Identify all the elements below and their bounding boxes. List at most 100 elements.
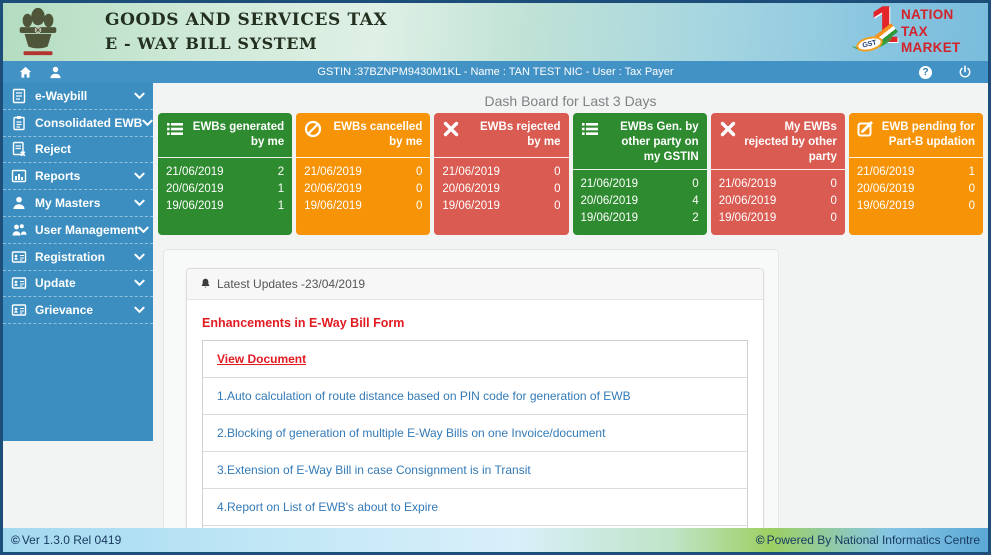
card-header: EWB pending for Part-B updation [848, 113, 984, 158]
chevron-down-icon [134, 253, 145, 261]
user-management-icon [11, 222, 27, 238]
card-row-date: 20/06/2019 [856, 183, 915, 195]
reports-icon [11, 168, 27, 184]
card-row: 21/06/2019 0 [304, 164, 422, 181]
updates-section-heading: Enhancements in E-Way Bill Form [202, 315, 405, 330]
card-row-value: 0 [830, 211, 837, 224]
navbar-actions: ? [919, 65, 972, 79]
my-masters-icon [11, 195, 27, 211]
card-row: 19/06/2019 0 [304, 198, 422, 215]
updates-table: View Document 1.Auto calculation of route… [202, 339, 748, 538]
copyright-icon: © [755, 533, 765, 547]
card-row-date: 20/06/2019 [580, 194, 639, 207]
card-row-value: 1 [277, 200, 285, 212]
help-icon[interactable]: ? [919, 65, 932, 79]
card-row: 21/06/2019 1 [857, 164, 975, 181]
national-emblem-logo [13, 6, 63, 58]
sidebar: e-Waybill Consolidated EWB Reject Reports My… [3, 83, 153, 528]
card-row-date: 19/06/2019 [304, 200, 362, 212]
chevron-down-icon [142, 119, 153, 127]
chevron-down-icon [134, 172, 145, 180]
app-header: GOODS AND SERVICES TAX E - WAY BILL SYST… [3, 3, 988, 61]
card-row-value: 0 [692, 177, 699, 190]
update-icon [11, 275, 27, 291]
card-row-date: 21/06/2019 [304, 166, 362, 178]
update-item-3[interactable]: 3.Extension of E-Way Bill in case Consig… [203, 452, 747, 489]
card-row-date: 21/06/2019 [856, 166, 915, 178]
card-row-value: 0 [554, 200, 561, 212]
card-row: 20/06/2019 4 [581, 193, 699, 210]
card-header: My EWBs rejected by other party [710, 113, 845, 170]
card-row-date: 21/06/2019 [442, 166, 500, 178]
update-item-2[interactable]: 2.Blocking of generation of multiple E-W… [203, 415, 747, 452]
card-ewbs-generated-by-me[interactable]: EWBs generated by me 21/06/2019 2 20/06/201… [158, 113, 293, 235]
card-my-ewbs-rejected-by-other-party[interactable]: My EWBs rejected by other party 21/06/201… [710, 113, 845, 235]
top-navbar: GSTIN :37BZNPM9430M1KL - Name : TAN TEST… [3, 61, 988, 83]
view-document-link[interactable]: View Document [203, 341, 747, 378]
grievance-icon [11, 302, 27, 318]
card-row-date: 19/06/2019 [580, 211, 639, 224]
cross-icon [719, 120, 737, 138]
sidebar-item-reports[interactable]: Reports [3, 163, 153, 191]
card-row: 20/06/2019 0 [857, 181, 975, 198]
card-row-date: 21/06/2019 [718, 177, 777, 190]
app-title: GOODS AND SERVICES TAX [105, 10, 388, 30]
sidebar-item-grievance[interactable]: Grievance [3, 297, 153, 325]
card-row-date: 20/06/2019 [166, 183, 224, 195]
card-row-value: 0 [830, 177, 837, 190]
bell-icon [199, 277, 212, 291]
card-row-date: 19/06/2019 [442, 200, 500, 212]
card-ewbs-cancelled-by-me[interactable]: EWBs cancelled by me 21/06/2019 0 20/06/201… [296, 113, 431, 235]
content-panel: Latest Updates -23/04/2019 Enhancements … [163, 248, 779, 552]
user-icon[interactable] [48, 65, 63, 80]
reject-icon [11, 141, 27, 157]
card-row-date: 20/06/2019 [718, 194, 777, 207]
gstin-user-info: GSTIN :37BZNPM9430M1KL - Name : TAN TEST… [317, 66, 674, 78]
sidebar-item-user-management[interactable]: User Management [3, 217, 153, 244]
chevron-down-icon [138, 226, 150, 234]
card-row-date: 19/06/2019 [856, 200, 915, 212]
update-item-4[interactable]: 4.Report on List of EWB's about to Expir… [203, 489, 747, 526]
sidebar-item-label: Consolidated EWB [35, 115, 143, 130]
sidebar-item-label: Grievance [35, 303, 94, 318]
card-row: 21/06/2019 2 [166, 164, 284, 181]
cross-icon [442, 120, 460, 138]
card-row-value: 0 [415, 200, 423, 212]
sidebar-item-consolidated-ewb[interactable]: Consolidated EWB [3, 110, 153, 137]
card-ewbs-rejected-by-me[interactable]: EWBs rejected by me 21/06/2019 0 20/06/2019… [434, 113, 569, 235]
card-rows: 21/06/2019 1 20/06/2019 0 19/06/2019 0 [849, 158, 983, 223]
logout-power-icon[interactable] [958, 65, 972, 79]
footer-version: © Ver 1.3.0 Rel 0419 [11, 533, 121, 547]
sidebar-item-my-masters[interactable]: My Masters [3, 190, 153, 217]
sidebar-item-update[interactable]: Update [3, 271, 153, 298]
consolidated-ewb-icon [11, 115, 27, 131]
card-title: EWBs Gen. by other party on my GSTIN [620, 121, 699, 163]
card-row: 21/06/2019 0 [719, 176, 837, 193]
card-row-value: 1 [968, 166, 976, 178]
chevron-down-icon [134, 92, 145, 100]
list-icon [166, 120, 184, 138]
logo-line-tax: TAX [901, 23, 928, 39]
card-header: EWBs Gen. by other party on my GSTIN [572, 113, 707, 170]
chevron-down-icon [134, 279, 145, 287]
chevron-down-icon [134, 306, 145, 314]
one-nation-tax-market-logo: 1 GST NATION TAX MARKET [849, 3, 983, 59]
sidebar-menu: e-Waybill Consolidated EWB Reject Reports My… [3, 83, 153, 441]
waybill-icon [11, 88, 27, 104]
update-item-1[interactable]: 1.Auto calculation of route distance bas… [203, 378, 747, 415]
home-icon[interactable] [18, 65, 33, 80]
card-row: 19/06/2019 2 [581, 210, 699, 227]
sidebar-item-e-waybill[interactable]: e-Waybill [3, 83, 153, 110]
card-ewbs-gen-by-other-party-on-my-gstin[interactable]: EWBs Gen. by other party on my GSTIN 21/0… [572, 113, 707, 235]
card-row-value: 1 [277, 183, 285, 195]
card-row: 19/06/2019 0 [857, 198, 975, 215]
ban-icon [304, 120, 322, 138]
body: e-Waybill Consolidated EWB Reject Reports My… [3, 83, 988, 552]
card-row-value: 0 [830, 194, 837, 207]
sidebar-item-registration[interactable]: Registration [3, 244, 153, 271]
sidebar-item-reject[interactable]: Reject [3, 137, 153, 164]
card-ewb-pending-for-part-b-updation[interactable]: EWB pending for Part-B updation 21/06/201… [848, 113, 984, 235]
card-title: EWBs generated by me [192, 121, 285, 148]
footer-powered-by: © Powered By National Informatics Centre [756, 533, 980, 547]
card-row-date: 21/06/2019 [580, 177, 639, 190]
